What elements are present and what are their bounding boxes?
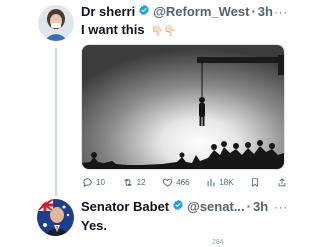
more-icon[interactable]: ··· <box>274 7 288 19</box>
repost-count: 12 <box>136 177 146 187</box>
tweet-action-bar: 10 12 466 18K <box>82 175 287 189</box>
tweet-media-image[interactable] <box>81 44 285 170</box>
like-button[interactable]: 466 <box>162 177 190 188</box>
tweet-text: Yes. <box>81 218 108 233</box>
timestamp[interactable]: 3h <box>258 4 273 19</box>
reply-button[interactable]: 10 <box>82 177 105 188</box>
thread-connector-line <box>55 48 57 196</box>
user-handle[interactable]: @senat... <box>187 199 244 214</box>
tweet-text: I want this 👇🏻👇🏻 <box>81 22 176 37</box>
pointing-down-emoji: 👇🏻👇🏻 <box>151 26 177 37</box>
share-button[interactable] <box>277 177 287 188</box>
verified-badge-icon <box>172 199 184 214</box>
bookmark-button[interactable] <box>250 177 260 188</box>
verified-badge-icon <box>138 4 150 19</box>
tweet-header: Senator Babet @senat... · 3h <box>81 199 268 214</box>
display-name[interactable]: Senator Babet <box>81 199 169 214</box>
timestamp[interactable]: 3h <box>253 199 268 214</box>
separator-dot: · <box>251 4 256 19</box>
repost-button[interactable]: 12 <box>122 177 146 188</box>
reply-count: 10 <box>96 177 105 187</box>
tweet-body: I want this <box>81 22 145 37</box>
like-icon <box>162 177 173 188</box>
views-icon <box>206 177 216 188</box>
views-count: 18K <box>219 177 234 187</box>
avatar[interactable] <box>37 199 74 236</box>
views-button[interactable]: 18K <box>206 177 234 188</box>
bookmark-icon <box>250 177 260 188</box>
reply-icon <box>82 177 93 188</box>
display-name[interactable]: Dr sherri <box>81 4 135 19</box>
repost-icon <box>122 177 134 188</box>
share-icon <box>277 177 287 188</box>
tweet-header: Dr sherri @Reform_West · 3h <box>81 4 273 19</box>
tweet-action-bar-partial: 284 <box>82 239 287 247</box>
user-handle[interactable]: @Reform_West <box>153 4 249 19</box>
more-icon[interactable]: ··· <box>274 202 288 214</box>
avatar[interactable] <box>38 5 74 41</box>
separator-dot: · <box>246 199 251 214</box>
like-count: 466 <box>176 177 190 187</box>
